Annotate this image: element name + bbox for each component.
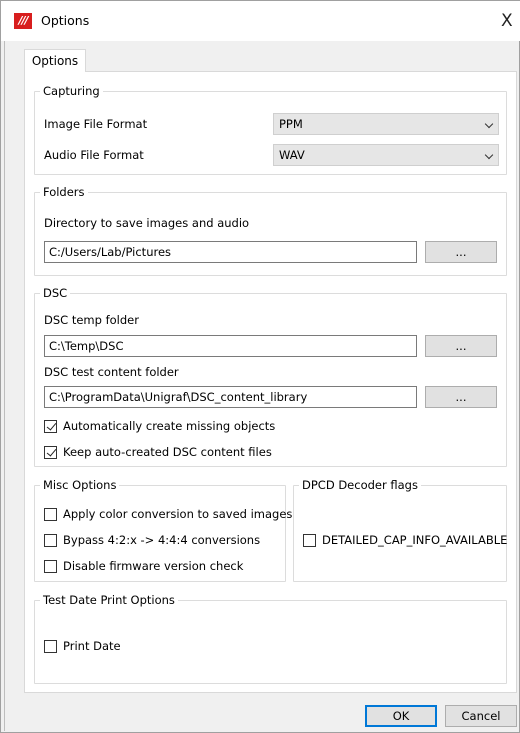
cancel-button[interactable]: Cancel (445, 705, 517, 727)
keep-files-checkbox[interactable]: Keep auto-created DSC content files (44, 445, 272, 459)
dsc-temp-browse-button[interactable]: ... (425, 335, 497, 357)
audio-format-select[interactable]: WAV (273, 144, 499, 166)
dpcd-group-title: DPCD Decoder flags (299, 478, 421, 492)
chevron-down-icon (484, 150, 494, 160)
directory-browse-button[interactable]: ... (425, 241, 497, 263)
folders-group-title: Folders (40, 185, 88, 199)
capturing-group-title: Capturing (40, 84, 103, 98)
disable-firmware-check-label: Disable firmware version check (63, 559, 244, 573)
image-format-value: PPM (279, 117, 303, 131)
detailed-cap-info-checkbox[interactable]: DETAILED_CAP_INFO_AVAILABLE (303, 533, 507, 547)
tab-options[interactable]: Options (24, 49, 86, 72)
close-button[interactable]: X (501, 7, 520, 35)
options-tab-panel: Capturing Image File Format PPM Audio Fi… (24, 71, 517, 693)
misc-group-title: Misc Options (40, 478, 120, 492)
bypass-conversion-label: Bypass 4:2:x -> 4:4:4 conversions (63, 533, 261, 547)
dpcd-flags-group: DPCD Decoder flags DETAILED_CAP_INFO_AVA… (293, 478, 507, 582)
dsc-group-title: DSC (40, 286, 71, 300)
audio-format-label: Audio File Format (44, 148, 144, 162)
dsc-group: DSC DSC temp folder C:\Temp\DSC ... DSC … (34, 286, 507, 467)
checkbox-icon (44, 533, 57, 547)
detailed-cap-info-label: DETAILED_CAP_INFO_AVAILABLE (322, 533, 508, 547)
directory-label: Directory to save images and audio (44, 216, 250, 230)
checkbox-icon (303, 533, 316, 547)
app-logo-icon: /// (14, 13, 32, 29)
image-format-label: Image File Format (44, 117, 148, 131)
bypass-conversion-checkbox[interactable]: Bypass 4:2:x -> 4:4:4 conversions (44, 533, 260, 547)
auto-create-label: Automatically create missing objects (63, 419, 276, 433)
directory-input[interactable]: C:/Users/Lab/Pictures (44, 241, 417, 263)
auto-create-checkbox[interactable]: Automatically create missing objects (44, 419, 275, 433)
dsc-content-browse-button[interactable]: ... (425, 386, 497, 408)
checkbox-checked-icon (44, 419, 57, 433)
test-date-group-title: Test Date Print Options (40, 593, 178, 607)
window-edge (4, 41, 8, 731)
misc-options-group: Misc Options Apply color conversion to s… (34, 478, 292, 582)
audio-format-value: WAV (279, 148, 305, 162)
keep-files-label: Keep auto-created DSC content files (63, 445, 272, 459)
folders-group: Folders Directory to save images and aud… (34, 185, 507, 276)
window-title: Options (41, 13, 90, 28)
test-date-print-group: Test Date Print Options Print Date (34, 593, 507, 684)
title-bar: /// Options X (1, 1, 520, 41)
chevron-down-icon (484, 119, 494, 129)
image-format-select[interactable]: PPM (273, 113, 499, 135)
color-conversion-checkbox[interactable]: Apply color conversion to saved images (44, 507, 292, 521)
print-date-checkbox[interactable]: Print Date (44, 639, 121, 653)
options-dialog: /// Options X Options Capturing Image Fi… (0, 0, 520, 733)
checkbox-icon (44, 639, 57, 653)
color-conversion-label: Apply color conversion to saved images (63, 507, 293, 521)
dsc-temp-label: DSC temp folder (44, 313, 139, 327)
disable-firmware-check-checkbox[interactable]: Disable firmware version check (44, 559, 243, 573)
dsc-temp-input[interactable]: C:\Temp\DSC (44, 335, 417, 357)
print-date-label: Print Date (63, 639, 121, 653)
checkbox-icon (44, 559, 57, 573)
checkbox-icon (44, 507, 57, 521)
dsc-content-input[interactable]: C:\ProgramData\Unigraf\DSC_content_libra… (44, 386, 417, 408)
ok-button[interactable]: OK (365, 705, 437, 727)
checkbox-checked-icon (44, 445, 57, 459)
dsc-content-label: DSC test content folder (44, 365, 179, 379)
capturing-group: Capturing Image File Format PPM Audio Fi… (34, 84, 507, 175)
